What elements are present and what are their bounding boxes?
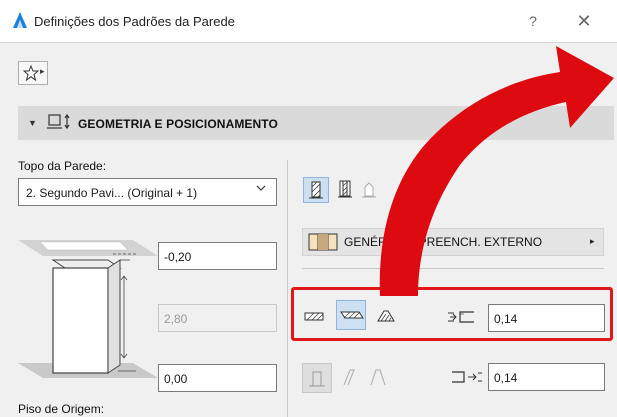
section-title: GEOMETRIA E POSICIONAMENTO [78, 117, 278, 131]
help-button[interactable]: ? [518, 10, 548, 32]
double-slanted-wall-icon [370, 369, 386, 386]
slant-vertical-button[interactable] [302, 363, 332, 393]
bottom-thickness-icon [452, 371, 482, 383]
structure-basic-button[interactable] [303, 177, 329, 203]
profile-wall-icon [362, 182, 376, 198]
bottom-thickness-value: 0,14 [494, 371, 518, 385]
slant-one-side-button[interactable] [338, 365, 364, 391]
right-panel-separator [302, 268, 604, 269]
wall-height-value: 2,80 [164, 312, 188, 326]
slant-double-button[interactable] [366, 365, 392, 391]
favorites-arrow-icon: ▸ [40, 66, 45, 76]
basic-wall-icon [309, 181, 323, 199]
structure-composite-button[interactable] [333, 177, 359, 203]
vertical-wall-icon [309, 371, 325, 387]
top-offset-value: -0,20 [164, 250, 192, 264]
panel-divider [287, 160, 288, 417]
building-material-icon [308, 233, 338, 251]
star-icon [23, 65, 39, 81]
top-of-wall-label: Topo da Parede: [18, 159, 107, 173]
structure-profile-button[interactable] [357, 177, 383, 203]
favorites-button[interactable]: ▸ [18, 61, 48, 85]
geometry-icon [47, 113, 70, 130]
building-material-name: GENÉRICO - PREENCH. EXTERNO [344, 235, 543, 249]
close-button[interactable]: ✕ [566, 10, 602, 32]
slanted-wall-icon [343, 369, 355, 386]
wall-height-diagram-icon [18, 240, 158, 378]
base-offset-value: 0,00 [164, 372, 188, 386]
archicad-logo-icon [13, 12, 27, 28]
top-linked-story-value: 2. Segundo Pavi... (Original + 1) [26, 186, 198, 200]
building-material-arrow-icon: ▸ [590, 236, 595, 246]
composite-wall-icon [338, 180, 352, 198]
chevron-down-icon [256, 184, 266, 195]
collapse-arrow-icon[interactable]: ▼ [28, 118, 37, 128]
home-story-label: Piso de Origem: [18, 402, 105, 416]
window-title: Definições dos Padrões da Parede [34, 14, 235, 29]
highlight-box [291, 287, 613, 341]
